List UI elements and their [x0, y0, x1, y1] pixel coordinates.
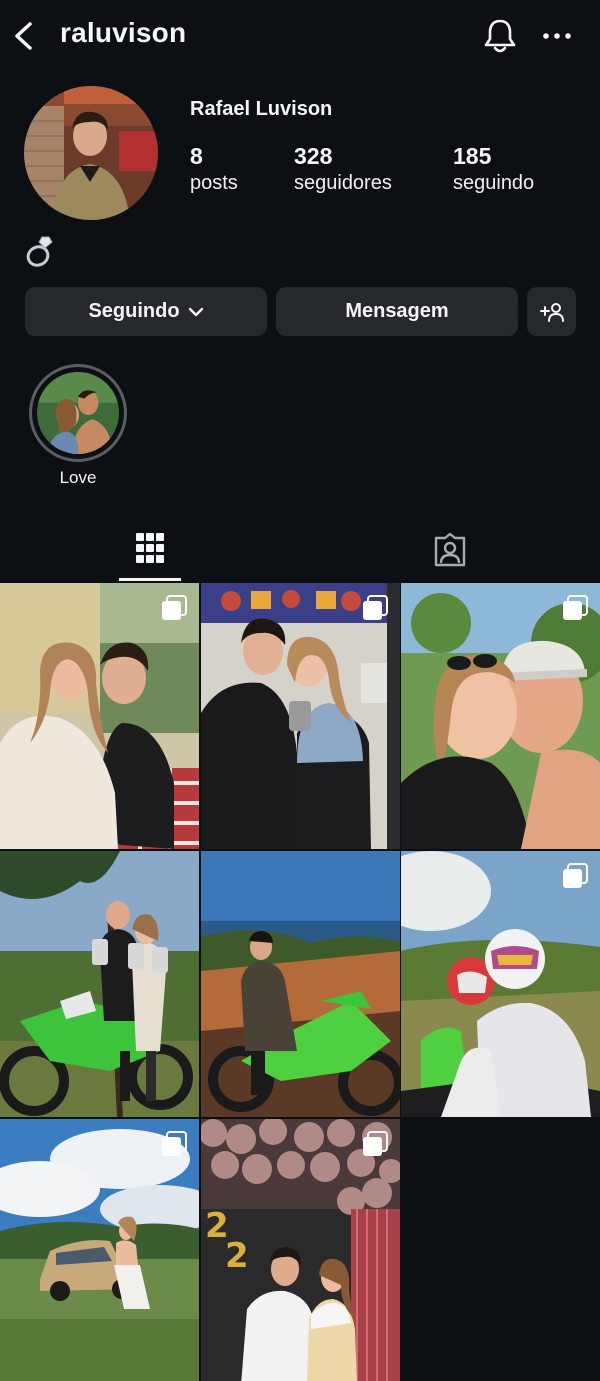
post-thumbnail[interactable]: [0, 851, 199, 1117]
add-user-button[interactable]: [527, 287, 576, 336]
post-thumbnail[interactable]: 22: [201, 1119, 400, 1381]
following-count-stat[interactable]: 185 seguindo: [453, 142, 534, 196]
carousel-icon: [363, 1131, 388, 1156]
carousel-icon: [162, 1131, 187, 1156]
tab-posts-grid[interactable]: [0, 520, 300, 582]
post-thumbnail[interactable]: [401, 851, 600, 1117]
carousel-icon: [363, 595, 388, 620]
profile-avatar[interactable]: [24, 86, 158, 220]
following-label: seguindo: [453, 172, 535, 194]
more-horizontal-icon[interactable]: [540, 24, 574, 48]
followers-label: seguidores: [294, 172, 392, 194]
tab-tagged[interactable]: [300, 520, 600, 582]
diamond-ring-icon: [26, 236, 53, 267]
post-image-vintage-car-field: [0, 1119, 199, 1381]
bell-icon[interactable]: [482, 17, 518, 55]
following-button[interactable]: Seguindo: [25, 287, 267, 336]
followers-count-stat[interactable]: 328 seguidores: [294, 142, 392, 196]
profile-full-name: Rafael Luvison: [190, 98, 333, 120]
post-thumbnail[interactable]: [401, 583, 600, 849]
following-count: 185: [453, 143, 492, 169]
following-button-label: Seguindo: [88, 300, 180, 322]
post-thumbnail[interactable]: [201, 851, 400, 1117]
posts-label: posts: [190, 172, 238, 194]
followers-count: 328: [294, 143, 333, 169]
top-bar: raluvison: [0, 0, 600, 74]
carousel-icon: [563, 595, 588, 620]
highlight-cover-image: [37, 372, 119, 454]
carousel-icon: [162, 595, 187, 620]
post-thumbnail[interactable]: [201, 583, 400, 849]
tagged-user-icon: [434, 532, 466, 567]
profile-username: raluvison: [60, 17, 187, 48]
post-thumbnail[interactable]: [0, 583, 199, 849]
post-image-new-year-balloons: 22: [201, 1119, 400, 1381]
carousel-icon: [563, 863, 588, 888]
story-highlight-love[interactable]: Love: [29, 364, 129, 487]
post-image-rider-on-green-motorcycle: [201, 851, 400, 1117]
highlight-label: Love: [59, 468, 97, 487]
add-user-icon: [539, 302, 564, 322]
svg-text:2: 2: [225, 1236, 249, 1276]
active-tab-indicator: [119, 578, 181, 581]
grid-icon: [136, 533, 164, 563]
posts-count: 8: [190, 143, 203, 169]
post-image-couple-closeup-selfie: [401, 583, 600, 849]
post-image-motocross-helmet-selfie: [401, 851, 600, 1117]
highlight-ring: [29, 364, 127, 462]
post-image-couple-mirror-selfie: [201, 583, 400, 849]
profile-tabs: [0, 520, 600, 582]
post-image-couple-indoors: [0, 583, 199, 849]
message-button-label: Mensagem: [345, 300, 449, 322]
chevron-left-icon[interactable]: [10, 20, 36, 52]
post-thumbnail[interactable]: [0, 1119, 199, 1381]
posts-count-stat[interactable]: 8 posts: [190, 142, 238, 196]
message-button[interactable]: Mensagem: [276, 287, 518, 336]
chevron-down-icon: [188, 307, 203, 316]
post-image-couple-motorcycle-trophies: [0, 851, 199, 1117]
